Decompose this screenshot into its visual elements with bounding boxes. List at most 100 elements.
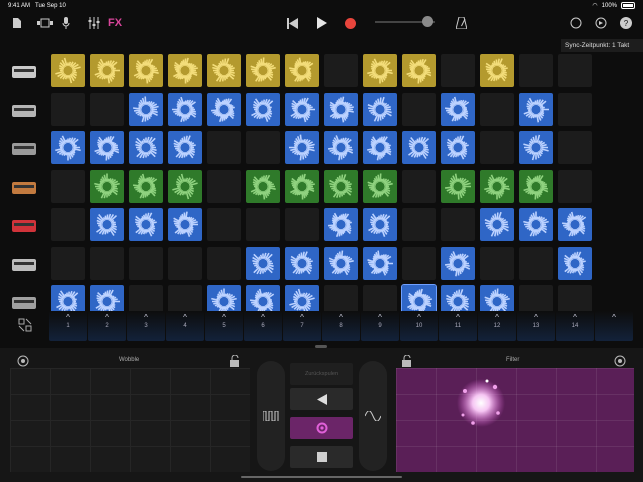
- loop-cell[interactable]: [207, 92, 241, 126]
- column-trigger[interactable]: ^ 3: [127, 311, 165, 341]
- turntable-icon[interactable]: [4, 93, 44, 129]
- column-trigger[interactable]: ^ 4: [166, 311, 204, 341]
- loop-cell[interactable]: [285, 169, 319, 203]
- loop-cell[interactable]: [519, 92, 553, 126]
- column-trigger[interactable]: ^ 10: [400, 311, 438, 341]
- loop-cell[interactable]: [441, 169, 475, 203]
- loop-cell[interactable]: [363, 169, 397, 203]
- empty-cell[interactable]: [519, 54, 553, 87]
- loop-cell[interactable]: [168, 131, 202, 164]
- volume-slider-knob[interactable]: [422, 16, 433, 27]
- column-trigger[interactable]: ^ 14: [556, 311, 594, 341]
- rewind-icon[interactable]: [284, 14, 300, 32]
- loop-cell[interactable]: [363, 54, 397, 87]
- left-pad-title[interactable]: Wobble: [119, 357, 139, 363]
- loop-icon[interactable]: [569, 14, 583, 32]
- loop-cell[interactable]: [558, 208, 592, 241]
- empty-cell[interactable]: [207, 131, 241, 164]
- right-xy-pad[interactable]: [396, 368, 634, 472]
- red-keyboard-icon[interactable]: [4, 208, 44, 244]
- loop-cell[interactable]: [285, 131, 319, 164]
- loop-cell[interactable]: [90, 54, 124, 87]
- loop-cell[interactable]: [519, 169, 553, 203]
- play-icon[interactable]: [314, 14, 330, 32]
- loop-cell[interactable]: [51, 54, 85, 87]
- record-fx-icon[interactable]: [17, 355, 29, 367]
- column-trigger[interactable]: ^ 1: [49, 311, 87, 341]
- right-pad-title[interactable]: Filter: [506, 357, 519, 363]
- loop-cell[interactable]: [519, 208, 553, 241]
- record-fx-icon-right[interactable]: [614, 355, 626, 367]
- empty-cell[interactable]: [90, 246, 124, 280]
- loop-cell[interactable]: [285, 246, 319, 280]
- column-trigger[interactable]: ^ 6: [244, 311, 282, 341]
- loop-cell[interactable]: [480, 208, 514, 241]
- loop-cell[interactable]: [324, 208, 358, 241]
- loop-cell[interactable]: [285, 54, 319, 87]
- empty-cell[interactable]: [168, 246, 202, 280]
- loop-cell[interactable]: [246, 54, 280, 87]
- column-trigger[interactable]: ^ 12: [478, 311, 516, 341]
- column-trigger[interactable]: ^ 7: [283, 311, 321, 341]
- loop-cell[interactable]: [90, 169, 124, 203]
- loop-cell[interactable]: [324, 92, 358, 126]
- loop-cell[interactable]: [324, 169, 358, 203]
- document-icon[interactable]: [10, 14, 24, 32]
- microphone-icon[interactable]: [60, 14, 72, 32]
- loop-cell[interactable]: [207, 54, 241, 87]
- loop-cell[interactable]: [558, 246, 592, 280]
- column-trigger[interactable]: ^: [595, 311, 633, 341]
- help-icon[interactable]: ?: [619, 14, 633, 32]
- loop-cell[interactable]: [51, 131, 85, 164]
- loop-cell[interactable]: [402, 54, 436, 87]
- loop-cell[interactable]: [90, 131, 124, 164]
- empty-cell[interactable]: [207, 246, 241, 280]
- loop-cell[interactable]: [246, 169, 280, 203]
- loop-cell[interactable]: [246, 92, 280, 126]
- column-trigger[interactable]: ^ 5: [205, 311, 243, 341]
- empty-cell[interactable]: [402, 208, 436, 241]
- empty-cell[interactable]: [51, 92, 85, 126]
- repeat-button[interactable]: [290, 417, 353, 439]
- loop-cell[interactable]: [168, 208, 202, 241]
- loop-cell[interactable]: [363, 131, 397, 164]
- loop-cell[interactable]: [90, 208, 124, 241]
- loop-cell[interactable]: [168, 92, 202, 126]
- loop-cell[interactable]: [246, 246, 280, 280]
- empty-cell[interactable]: [402, 92, 436, 126]
- downsampler-strip[interactable]: [359, 361, 387, 471]
- loop-cell[interactable]: [363, 92, 397, 126]
- loop-cell[interactable]: [441, 246, 475, 280]
- fx-button[interactable]: FX: [106, 14, 124, 32]
- empty-cell[interactable]: [51, 246, 85, 280]
- reverse-button[interactable]: [290, 388, 353, 410]
- lock-icon-left[interactable]: [230, 354, 242, 367]
- empty-cell[interactable]: [246, 131, 280, 164]
- loop-cell[interactable]: [441, 131, 475, 164]
- empty-cell[interactable]: [441, 208, 475, 241]
- left-xy-pad[interactable]: [10, 368, 250, 472]
- loop-cell[interactable]: [480, 169, 514, 203]
- record-icon[interactable]: [342, 14, 358, 32]
- empty-cell[interactable]: [90, 92, 124, 126]
- vibraphone-icon[interactable]: [4, 285, 44, 321]
- empty-cell[interactable]: [558, 131, 592, 164]
- panel-drag-handle[interactable]: [315, 345, 327, 348]
- view-toggle-icon[interactable]: [36, 14, 54, 32]
- empty-cell[interactable]: [246, 208, 280, 241]
- loop-cell[interactable]: [324, 131, 358, 164]
- column-trigger[interactable]: ^ 9: [361, 311, 399, 341]
- empty-cell[interactable]: [480, 246, 514, 280]
- drum-machine-icon[interactable]: [4, 54, 44, 90]
- stop-button[interactable]: [290, 446, 353, 468]
- empty-cell[interactable]: [519, 246, 553, 280]
- gong-icon[interactable]: [4, 247, 44, 283]
- loop-cell[interactable]: [129, 54, 163, 87]
- empty-cell[interactable]: [207, 169, 241, 203]
- empty-cell[interactable]: [558, 169, 592, 203]
- keyboard-icon[interactable]: [4, 170, 44, 206]
- empty-cell[interactable]: [480, 131, 514, 164]
- synth-icon[interactable]: [4, 131, 44, 167]
- loop-cell[interactable]: [129, 131, 163, 164]
- settings-icon[interactable]: [594, 14, 608, 32]
